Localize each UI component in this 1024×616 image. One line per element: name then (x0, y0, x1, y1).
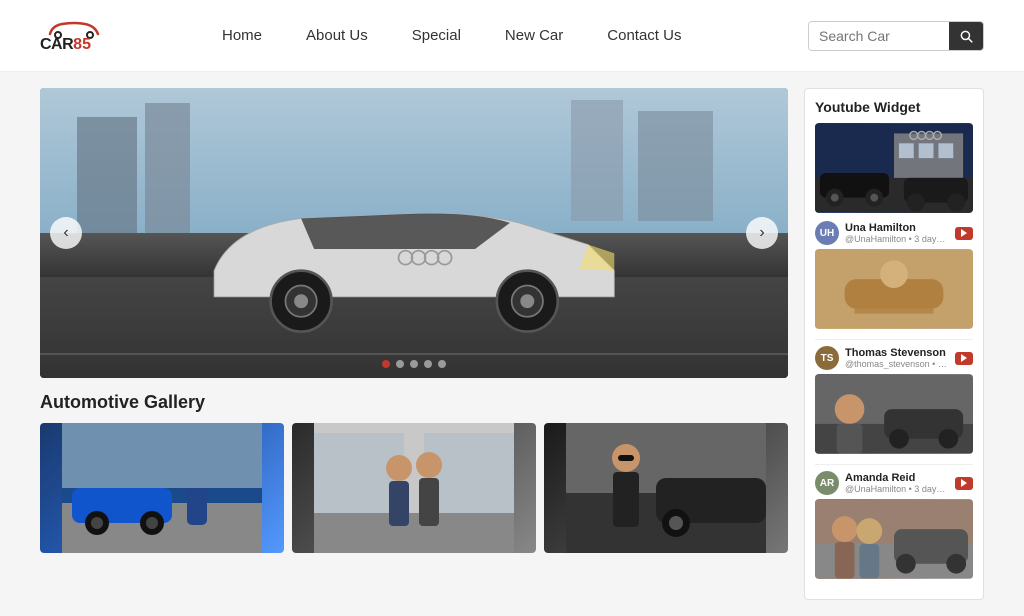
search-icon (959, 29, 973, 43)
main-nav: Home About Us Special New Car Contact Us (200, 27, 808, 44)
yt-video-thumb-1 (815, 249, 973, 329)
yt-user-info-2: Thomas Stevenson @thomas_stevenson • 1 d… (845, 347, 949, 369)
slider-background (40, 88, 788, 378)
nav-item-about[interactable]: About Us (284, 27, 390, 44)
chevron-right-icon: › (759, 224, 764, 242)
nav-item-contact[interactable]: Contact Us (585, 27, 703, 44)
gallery-item-1[interactable] (40, 423, 284, 553)
yt-divider-2 (815, 464, 973, 465)
slider-next-button[interactable]: › (746, 217, 778, 249)
yt-avatar-2: TS (815, 346, 839, 370)
yt-video-thumb-2 (815, 374, 973, 454)
yt-play-icon-2[interactable] (955, 352, 973, 365)
search-input[interactable] (809, 22, 949, 50)
nav-item-special[interactable]: Special (390, 27, 483, 44)
yt-user-row-2: TS Thomas Stevenson @thomas_stevenson • … (815, 346, 973, 370)
search-bar (808, 21, 984, 51)
yt-user-row-3: AR Amanda Reid @UnaHamilton • 3 days ago (815, 471, 973, 495)
yt-item-2: TS Thomas Stevenson @thomas_stevenson • … (815, 346, 973, 454)
yt-video-thumb-3 (815, 499, 973, 579)
slider-prev-button[interactable]: ‹ (50, 217, 82, 249)
logo[interactable]: CAR 85 (40, 18, 160, 54)
youtube-widget: Youtube Widget (804, 88, 984, 600)
left-column: ‹ › Automotive Gallery (40, 88, 788, 600)
chevron-left-icon: ‹ (63, 224, 68, 242)
yt-featured-thumbnail[interactable] (815, 123, 973, 213)
slider-dot-1[interactable] (382, 360, 390, 368)
slider-dot-2[interactable] (396, 360, 404, 368)
search-button[interactable] (949, 22, 983, 50)
yt-username-3: Amanda Reid (845, 472, 949, 484)
slider-dot-4[interactable] (424, 360, 432, 368)
nav-item-newcar[interactable]: New Car (483, 27, 585, 44)
yt-divider-1 (815, 339, 973, 340)
gallery-image-3 (544, 423, 788, 553)
slider-dots (382, 360, 446, 368)
yt-handle-2: @thomas_stevenson • 1 days ago (845, 359, 949, 369)
gallery-item-3[interactable] (544, 423, 788, 553)
yt-avatar-1: UH (815, 221, 839, 245)
yt-thumbnail-3[interactable] (815, 499, 973, 579)
site-header: CAR 85 Home About Us Special New Car Con… (0, 0, 1024, 72)
yt-user-row-1: UH Una Hamilton @UnaHamilton • 3 days ag… (815, 221, 973, 245)
yt-username-1: Una Hamilton (845, 222, 949, 234)
yt-thumbnail-1[interactable] (815, 249, 973, 329)
gallery-grid (40, 423, 788, 553)
yt-featured-image (815, 123, 973, 213)
yt-item-3: AR Amanda Reid @UnaHamilton • 3 days ago (815, 471, 973, 579)
yt-item-1: UH Una Hamilton @UnaHamilton • 3 days ag… (815, 221, 973, 329)
right-column: Youtube Widget (804, 88, 984, 600)
yt-username-2: Thomas Stevenson (845, 347, 949, 359)
yt-handle-1: @UnaHamilton • 3 days ago (845, 234, 949, 244)
yt-user-info-1: Una Hamilton @UnaHamilton • 3 days ago (845, 222, 949, 244)
slider-dot-5[interactable] (438, 360, 446, 368)
gallery-image-2 (292, 423, 536, 553)
youtube-widget-title: Youtube Widget (815, 99, 973, 115)
yt-user-info-3: Amanda Reid @UnaHamilton • 3 days ago (845, 472, 949, 494)
gallery-item-2[interactable] (292, 423, 536, 553)
yt-handle-3: @UnaHamilton • 3 days ago (845, 484, 949, 494)
nav-item-home[interactable]: Home (200, 27, 284, 44)
yt-play-icon-1[interactable] (955, 227, 973, 240)
gallery-image-1 (40, 423, 284, 553)
yt-thumbnail-2[interactable] (815, 374, 973, 454)
main-content: ‹ › Automotive Gallery (0, 72, 1024, 616)
yt-play-icon-3[interactable] (955, 477, 973, 490)
car-svg (115, 175, 713, 349)
hero-slider: ‹ › (40, 88, 788, 378)
gallery-title: Automotive Gallery (40, 392, 788, 413)
yt-avatar-3: AR (815, 471, 839, 495)
gallery-section: Automotive Gallery (40, 392, 788, 553)
slider-dot-3[interactable] (410, 360, 418, 368)
